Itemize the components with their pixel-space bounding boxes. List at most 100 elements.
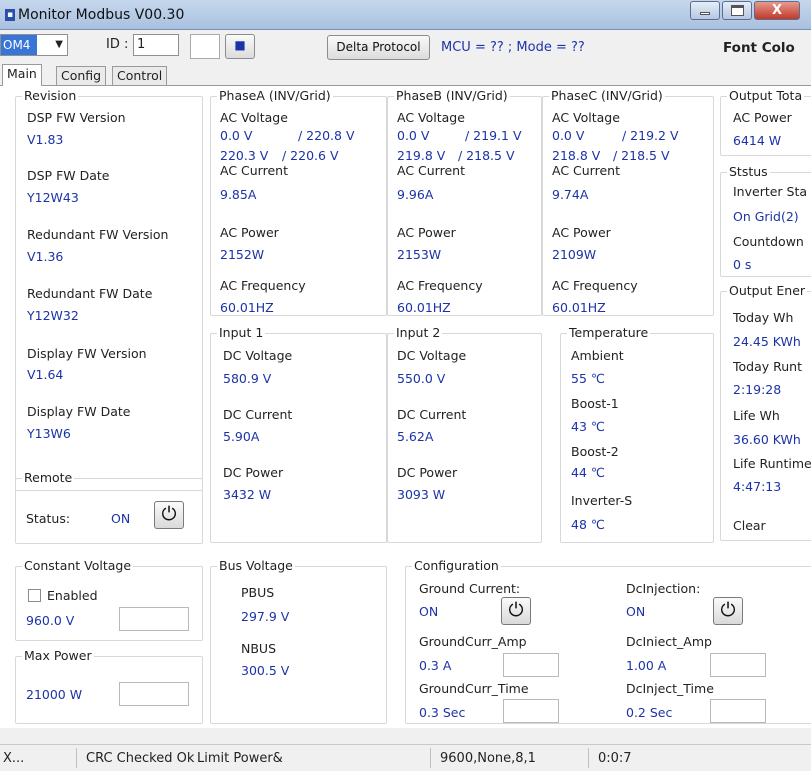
status-divider bbox=[76, 748, 77, 768]
phase-b-freq-label: AC Frequency bbox=[397, 278, 483, 293]
display-fw-date-value: Y13W6 bbox=[27, 426, 71, 441]
groundcurr-amp-input[interactable] bbox=[503, 653, 559, 677]
max-power-group: Max Power 21000 W bbox=[15, 648, 203, 724]
redundant-fw-version-value: V1.36 bbox=[27, 249, 64, 264]
today-wh-value: 24.45 KWh bbox=[733, 334, 801, 349]
phase-b-voltage-grid2: / 218.5 V bbox=[458, 148, 515, 163]
ground-current-label: Ground Current: bbox=[419, 581, 521, 596]
pbus-label: PBUS bbox=[241, 585, 275, 600]
id-input[interactable]: 1 bbox=[133, 34, 179, 56]
enabled-checkbox[interactable] bbox=[28, 589, 41, 602]
phase-a-voltage-grid: / 220.8 V bbox=[298, 128, 355, 143]
phase-c-current-value: 9.74A bbox=[552, 187, 589, 202]
phase-b-power-label: AC Power bbox=[397, 225, 456, 240]
id-label: ID : bbox=[106, 37, 129, 52]
phase-c-current-label: AC Current bbox=[552, 163, 620, 178]
power-icon: ⏻ bbox=[161, 503, 177, 525]
dc-injection-power-button[interactable]: ⏻ bbox=[713, 597, 743, 625]
main-panel: Revision DSP FW Version V1.83 DSP FW Dat… bbox=[0, 85, 811, 728]
dc-injection-value: ON bbox=[626, 604, 646, 619]
mcu-mode-text: MCU = ?? ; Mode = ?? bbox=[441, 40, 585, 55]
phase-c-voltage-inv: 0.0 V bbox=[552, 128, 585, 143]
output-energy-group: Output Ener Today Wh 24.45 KWh Today Run… bbox=[720, 283, 811, 541]
dc-injection-label: DcInjection: bbox=[626, 581, 701, 596]
remote-group: Remote Status: ON ⏻ bbox=[15, 470, 203, 544]
minimize-button[interactable] bbox=[690, 1, 720, 20]
power-icon: ⏻ bbox=[508, 599, 524, 621]
status-limit: Limit Power& bbox=[197, 751, 283, 766]
phase-a-voltage-label: AC Voltage bbox=[220, 110, 288, 125]
phase-c-freq-label: AC Frequency bbox=[552, 278, 638, 293]
max-power-input[interactable] bbox=[119, 682, 189, 706]
stop-icon: ■ bbox=[234, 38, 246, 52]
blank-box[interactable] bbox=[190, 34, 220, 59]
constant-voltage-legend: Constant Voltage bbox=[22, 558, 134, 573]
clear-button[interactable]: Clear bbox=[733, 518, 766, 533]
phase-a-current-label: AC Current bbox=[220, 163, 288, 178]
remote-legend: Remote bbox=[22, 470, 75, 485]
delta-protocol-button[interactable]: Delta Protocol bbox=[327, 35, 430, 60]
phase-c-group: PhaseC (INV/Grid) AC Voltage 0.0 V / 219… bbox=[542, 88, 714, 316]
maximize-button[interactable] bbox=[722, 1, 752, 20]
power-icon: ⏻ bbox=[720, 599, 736, 621]
window-title: Monitor Modbus V00.30 bbox=[18, 7, 185, 23]
tab-main[interactable]: Main bbox=[2, 64, 42, 86]
dcinject-time-input[interactable] bbox=[710, 699, 766, 723]
life-runtime-label: Life Runtime bbox=[733, 456, 811, 471]
input-2-voltage-value: 550.0 V bbox=[397, 371, 446, 386]
port-combo[interactable]: OM4 ▼ bbox=[0, 34, 68, 56]
phase-c-voltage-grid2: / 218.5 V bbox=[613, 148, 670, 163]
inverter-s-label: Inverter-S bbox=[571, 493, 633, 508]
max-power-value: 21000 W bbox=[26, 687, 83, 702]
status-divider bbox=[430, 748, 431, 768]
maximize-icon bbox=[731, 5, 744, 16]
ground-current-power-button[interactable]: ⏻ bbox=[501, 597, 531, 625]
inverter-state-label: Inverter Sta bbox=[733, 184, 808, 199]
input-2-power-value: 3093 W bbox=[397, 487, 446, 502]
remote-power-button[interactable]: ⏻ bbox=[154, 501, 184, 529]
groundcurr-amp-label: GroundCurr_Amp bbox=[419, 634, 527, 649]
countdown-value: 0 s bbox=[733, 257, 752, 272]
output-total-power-value: 6414 W bbox=[733, 133, 782, 148]
font-color-label[interactable]: Font Colo bbox=[723, 40, 795, 56]
groundcurr-time-input[interactable] bbox=[503, 699, 559, 723]
input-2-current-value: 5.62A bbox=[397, 429, 434, 444]
input-1-group: Input 1 DC Voltage 580.9 V DC Current 5.… bbox=[210, 325, 387, 543]
life-wh-value: 36.60 KWh bbox=[733, 432, 801, 447]
phase-b-voltage-grid: / 219.1 V bbox=[465, 128, 522, 143]
dcinject-amp-value: 1.00 A bbox=[626, 658, 667, 673]
stop-button[interactable]: ■ bbox=[225, 34, 255, 59]
groundcurr-amp-value: 0.3 A bbox=[419, 658, 452, 673]
output-total-power-label: AC Power bbox=[733, 110, 792, 125]
status-bar: X... CRC Checked Ok Limit Power& 9600,No… bbox=[0, 744, 811, 771]
redundant-fw-date-value: Y12W32 bbox=[27, 308, 79, 323]
temperature-group: Temperature Ambient 55 ℃ Boost-1 43 ℃ Bo… bbox=[560, 325, 714, 543]
input-2-group: Input 2 DC Voltage 550.0 V DC Current 5.… bbox=[387, 325, 542, 543]
tab-control[interactable]: Control bbox=[112, 66, 168, 86]
close-button[interactable]: X bbox=[754, 1, 800, 20]
tab-config[interactable]: Config bbox=[56, 66, 107, 86]
constant-voltage-input[interactable] bbox=[119, 607, 189, 631]
boost-1-value: 43 ℃ bbox=[571, 419, 605, 434]
dcinject-amp-input[interactable] bbox=[710, 653, 766, 677]
title-bar: ▪ Monitor Modbus V00.30 X bbox=[0, 0, 811, 30]
max-power-legend: Max Power bbox=[22, 648, 94, 663]
groundcurr-time-value: 0.3 Sec bbox=[419, 705, 466, 720]
dcinject-time-value: 0.2 Sec bbox=[626, 705, 673, 720]
input-1-current-label: DC Current bbox=[223, 407, 293, 422]
input-1-legend: Input 1 bbox=[217, 325, 266, 340]
phase-b-freq-value: 60.01HZ bbox=[397, 300, 451, 315]
dcinject-amp-label: DcIniect_Amp bbox=[626, 634, 712, 649]
toolbar: OM4 ▼ ID : 1 ■ Delta Protocol MCU = ?? ;… bbox=[0, 31, 811, 65]
input-1-power-value: 3432 W bbox=[223, 487, 272, 502]
phase-b-current-label: AC Current bbox=[397, 163, 465, 178]
phase-c-voltage-grid: / 219.2 V bbox=[622, 128, 679, 143]
nbus-value: 300.5 V bbox=[241, 663, 290, 678]
status-port: X... bbox=[3, 751, 25, 766]
display-fw-version-value: V1.64 bbox=[27, 367, 64, 382]
dsp-fw-date-label: DSP FW Date bbox=[27, 168, 110, 183]
revision-legend: Revision bbox=[22, 88, 79, 103]
enabled-label: Enabled bbox=[47, 588, 98, 603]
phase-a-voltage-inv2: 220.3 V bbox=[220, 148, 269, 163]
phase-a-current-value: 9.85A bbox=[220, 187, 257, 202]
